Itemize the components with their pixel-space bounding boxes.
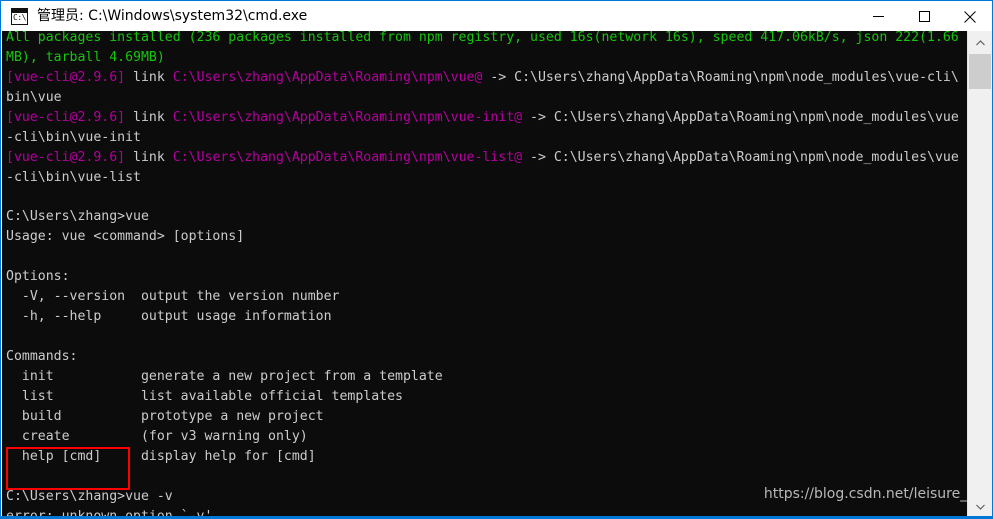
console-text: All packages installed (236 packages ins… [6, 31, 959, 516]
console-span: help [cmd] display help for [cmd] [6, 448, 316, 464]
console-span: error: unknown option `-v' [6, 508, 213, 517]
console-span: init generate a new project from a templ… [6, 368, 443, 384]
console-line: error: unknown option `-v' [6, 507, 959, 517]
console-span: build prototype a new project [6, 408, 324, 424]
console-span: [vue-cli@2.9.6] [6, 69, 134, 85]
scrollbar-thumb[interactable] [969, 54, 991, 89]
console-line: MB), tarball 4.69MB) [6, 48, 959, 68]
console-span: -cli\bin\vue-init [6, 129, 141, 145]
chevron-up-icon [975, 40, 985, 46]
console-line: -cli\bin\vue-list [6, 168, 959, 188]
console-line: [vue-cli@2.9.6] link C:\Users\zhang\AppD… [6, 148, 959, 168]
watermark-url: https://blog.csdn.net/leisure_li [763, 486, 975, 502]
cmd-icon-label: C:\ [13, 13, 26, 22]
console-line: [vue-cli@2.9.6] link C:\Users\zhang\AppD… [6, 68, 959, 88]
console-span: list list available official templates [6, 388, 403, 404]
console-span: create (for v3 warning only) [6, 428, 308, 444]
console-line: All packages installed (236 packages ins… [6, 31, 959, 48]
console-line: create (for v3 warning only) [6, 427, 959, 447]
console-span: MB), tarball 4.69MB) [6, 49, 165, 65]
console-span: C:\Users\zhang>vue [6, 209, 149, 225]
close-button[interactable] [947, 1, 992, 32]
cmd-window: C:\ 管理员: C:\Windows\system32\cmd.exe All… [0, 0, 993, 519]
console-span: -V, --version output the version number [6, 289, 340, 305]
console-line: -h, --help output usage information [6, 307, 959, 327]
cmd-icon: C:\ [11, 8, 28, 25]
console-span: [vue-cli@2.9.6] [6, 149, 134, 165]
console-line: build prototype a new project [6, 407, 959, 427]
console-span: Options: [6, 269, 70, 285]
minimize-icon [872, 16, 884, 17]
console-line: Usage: vue <command> [options] [6, 227, 959, 247]
console-line: bin\vue [6, 88, 959, 108]
console-span: -cli\bin\vue-list [6, 169, 141, 185]
console-line: Options: [6, 267, 959, 287]
close-icon [964, 10, 976, 23]
console-span: -> C:\Users\zhang\AppData\Roaming\npm\no… [522, 109, 959, 125]
console-line: [vue-cli@2.9.6] link C:\Users\zhang\AppD… [6, 108, 959, 128]
console-line: -V, --version output the version number [6, 287, 959, 307]
scrollbar-track[interactable] [968, 52, 992, 495]
maximize-icon [918, 11, 930, 22]
console-span: All packages installed (236 packages ins… [6, 31, 959, 45]
vertical-scrollbar[interactable] [967, 31, 992, 516]
console-span: C:\Users\zhang\AppData\Roaming\npm\vue-l… [172, 149, 523, 165]
chevron-down-icon [975, 504, 985, 510]
scroll-up-button[interactable] [968, 31, 992, 52]
console-span: C:\Users\zhang>vue -v [6, 488, 173, 504]
window-bottom-border [1, 516, 992, 518]
console-span: C:\Users\zhang\AppData\Roaming\npm\vue-i… [172, 109, 523, 125]
console-span: C:\Users\zhang\AppData\Roaming\npm\vue@ [172, 69, 483, 85]
console-line: init generate a new project from a templ… [6, 367, 959, 387]
console-span: Commands: [6, 349, 78, 364]
console-span: -> C:\Users\zhang\AppData\Roaming\npm\no… [482, 69, 959, 85]
maximize-button[interactable] [901, 1, 947, 32]
console-line: list list available official templates [6, 387, 959, 407]
console-span: bin\vue [6, 89, 62, 105]
console-line: Commands: [6, 347, 959, 367]
console-span: [vue-cli@2.9.6] [6, 109, 134, 125]
console-span: -h, --help output usage information [6, 309, 332, 325]
console-span: link [133, 109, 173, 125]
minimize-button[interactable] [855, 1, 901, 32]
console-span: link [133, 69, 173, 85]
console-span: link [133, 149, 173, 165]
window-title: 管理员: C:\Windows\system32\cmd.exe [37, 8, 308, 24]
console-span: -> C:\Users\zhang\AppData\Roaming\npm\no… [522, 149, 959, 165]
scroll-down-button[interactable] [968, 495, 992, 516]
title-bar[interactable]: C:\ 管理员: C:\Windows\system32\cmd.exe [1, 0, 992, 32]
console-span: Usage: vue <command> [options] [6, 229, 245, 245]
console-line: C:\Users\zhang>vue [6, 207, 959, 227]
console-output-area[interactable]: All packages installed (236 packages ins… [2, 31, 969, 516]
console-line: -cli\bin\vue-init [6, 128, 959, 148]
console-line: help [cmd] display help for [cmd] [6, 447, 959, 467]
